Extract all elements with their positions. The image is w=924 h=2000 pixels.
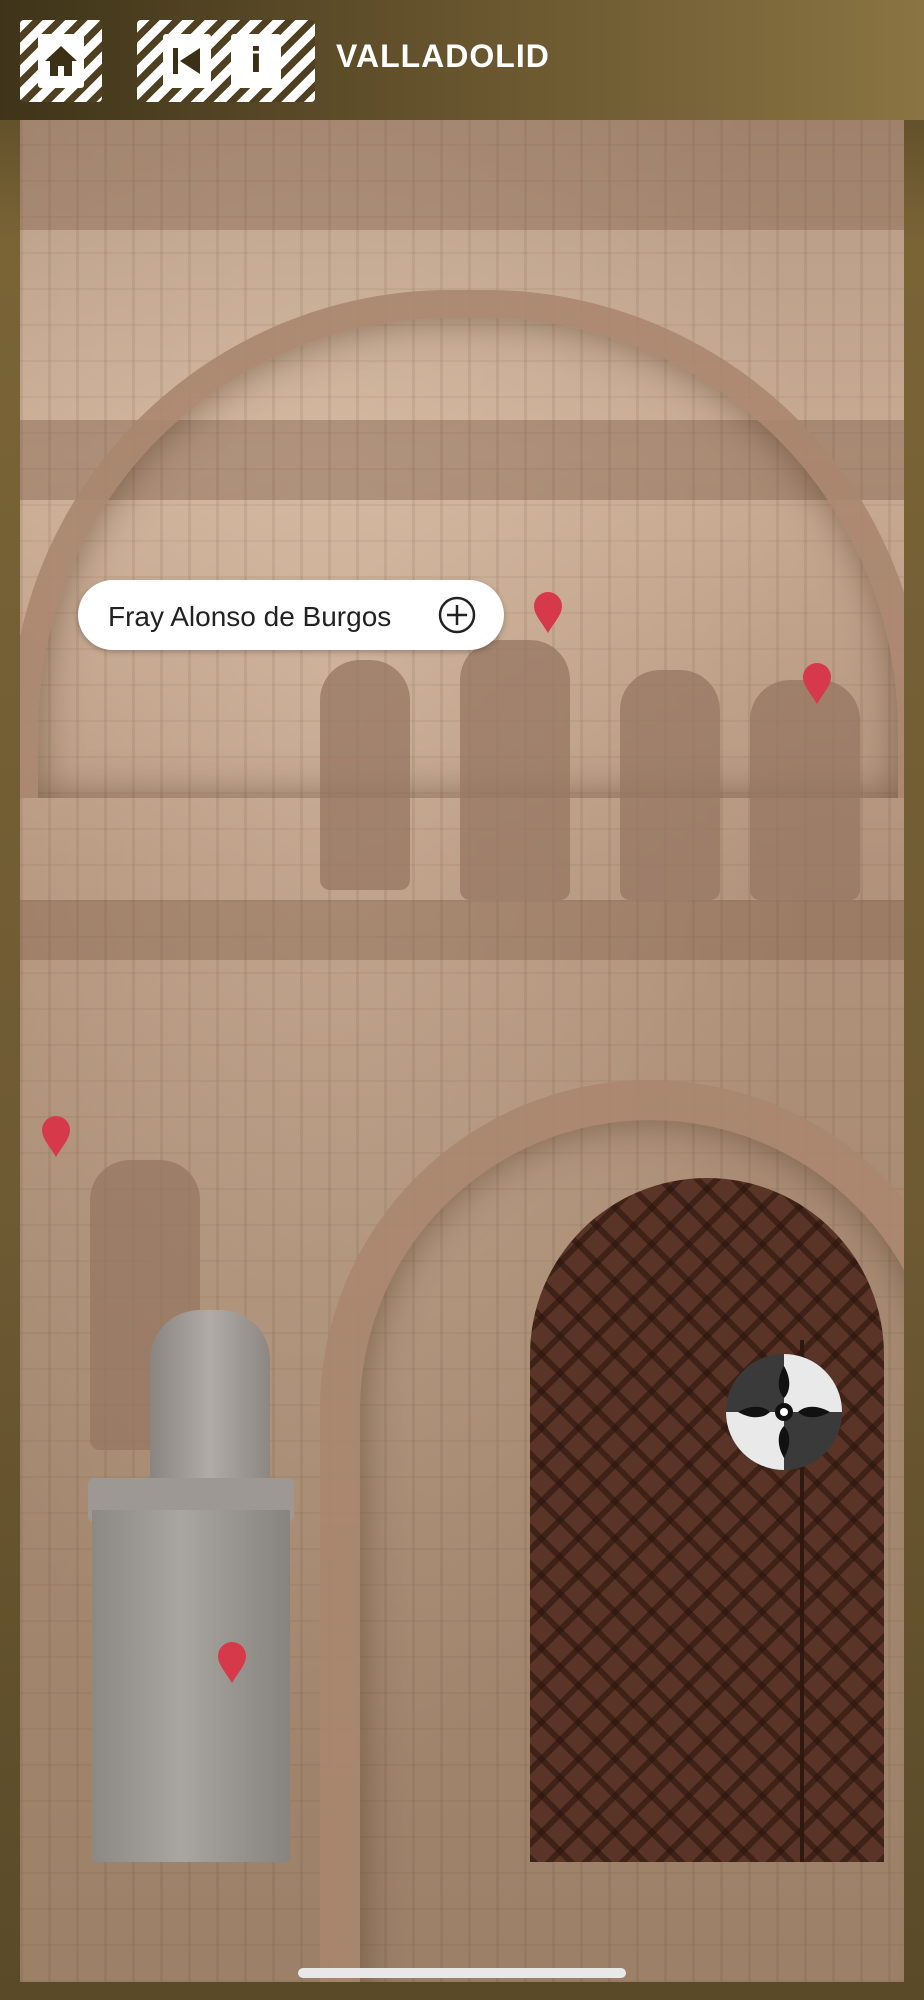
map-pin-icon[interactable] (532, 592, 564, 634)
page-title: VALLADOLID (336, 38, 550, 74)
hotspot-label-text: Fray Alonso de Burgos (108, 601, 392, 632)
header-bar: i VALLADOLID (0, 0, 924, 120)
home-icon (38, 34, 84, 88)
info-glyph: i (250, 41, 262, 81)
frieze-band (20, 900, 904, 960)
wooden-door (530, 1178, 884, 1862)
map-pin-icon[interactable] (40, 1116, 72, 1158)
relief-figure (750, 680, 860, 900)
nav-button-group: i (137, 20, 315, 102)
app-screen: i VALLADOLID Fray Alonso de Burgos (0, 0, 924, 2000)
pillar-crest (150, 1310, 270, 1490)
home-indicator (298, 1968, 626, 1978)
plus-circle-icon[interactable] (438, 596, 476, 634)
relief-figure (620, 670, 720, 900)
relief-figure (460, 640, 570, 900)
map-pin-icon[interactable] (216, 1642, 248, 1684)
home-button[interactable] (20, 20, 102, 102)
hotspot-label[interactable]: Fray Alonso de Burgos (78, 580, 504, 650)
frieze-band (20, 120, 904, 230)
map-pin-icon[interactable] (801, 663, 833, 705)
cross-emblem-icon[interactable] (724, 1352, 844, 1472)
info-icon[interactable]: i (231, 34, 281, 88)
back-icon[interactable] (163, 34, 211, 88)
stone-pillar (92, 1510, 290, 1862)
relief-figure (320, 660, 410, 890)
